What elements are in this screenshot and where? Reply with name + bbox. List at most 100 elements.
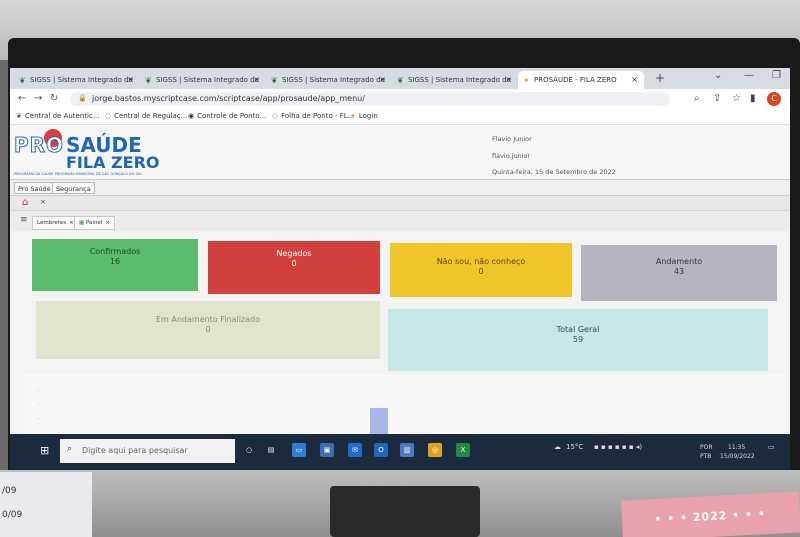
card-label: Não sou, não conheço <box>436 257 526 266</box>
home-icon[interactable]: ⌂ <box>22 197 28 208</box>
minimize-icon[interactable]: — <box>744 70 754 81</box>
chart-bar <box>370 408 388 434</box>
windows-start-icon[interactable]: ⊞ <box>40 444 49 457</box>
close-icon[interactable]: × <box>40 198 46 206</box>
tab-label: Lembretes <box>37 220 67 226</box>
url-input[interactable]: 🔒 jorge.bastos.myscriptcase.com/scriptca… <box>70 92 670 106</box>
close-tab-icon[interactable]: × <box>379 75 386 84</box>
close-tab-icon[interactable]: × <box>127 75 134 84</box>
keyboard-layout[interactable]: PTB <box>700 453 711 460</box>
browser-tab-active[interactable]: ✦ PROSAUDE - FILA ZERO × <box>518 71 644 89</box>
globe-icon: ◌ <box>272 112 279 120</box>
search-icon[interactable]: ⌕ <box>694 93 700 104</box>
lock-icon: 🔒 <box>78 94 87 102</box>
browser-tab-bar: ❦ SIGSS | Sistema Integrado de × ❦ SIGSS… <box>10 68 790 89</box>
clock-date[interactable]: 15/09/2022 <box>720 453 755 460</box>
screen: ❦ SIGSS | Sistema Integrado de × ❦ SIGSS… <box>10 68 790 470</box>
card-negados[interactable]: Negados 0 <box>208 241 380 294</box>
card-count: 43 <box>673 267 685 276</box>
bookmark-item[interactable]: ◌ Folha de Ponto - FL... <box>272 112 354 120</box>
close-icon[interactable]: × <box>105 220 110 226</box>
bookmark-label: Folha de Ponto - FL... <box>281 112 355 120</box>
chrome-icon[interactable]: ◎ <box>428 443 442 457</box>
bookmarks-bar: ❦ Central de Autentic... ◌ Central de Regu… <box>10 109 790 125</box>
close-tab-icon[interactable]: × <box>631 75 638 84</box>
tab-label: Painel <box>85 220 103 226</box>
notification-icon[interactable]: ▭ <box>768 443 775 451</box>
outlook-icon[interactable]: O <box>374 443 388 457</box>
search-placeholder: Digite aqui para pesquisar <box>82 446 188 455</box>
paper-date: /09 <box>2 486 17 496</box>
browser-tab[interactable]: ❦ SIGSS | Sistema Integrado de × <box>14 71 140 89</box>
sigss-favicon-icon: ❦ <box>271 76 278 85</box>
desk-papers: /09 0/09 <box>0 472 92 537</box>
chart-axis-tick: — <box>38 416 41 420</box>
app-menu-bar: Pro Saúde Segurança <box>10 180 790 196</box>
card-nao-sou-nao-conheco[interactable]: Não sou, não conheço 0 <box>390 243 572 297</box>
weather-icon[interactable]: ☁ <box>554 443 561 451</box>
card-andamento[interactable]: Andamento 43 <box>581 245 777 301</box>
task-view-icon[interactable]: ○ <box>242 443 256 457</box>
monitor-stand <box>330 486 480 537</box>
sigss-favicon-icon: ❦ <box>397 76 404 85</box>
monitor-brand-logo: DELL <box>362 472 410 488</box>
search-icon: ⌕ <box>67 444 73 454</box>
file-explorer-icon[interactable]: ▭ <box>292 443 306 457</box>
card-label: Andamento <box>655 257 703 266</box>
bookmark-item[interactable]: ✦ Login <box>350 112 378 120</box>
sidepanel-icon[interactable]: ▮ <box>750 93 756 104</box>
weather-temp[interactable]: 15°C <box>566 443 583 451</box>
card-count: 59 <box>572 335 584 344</box>
address-bar-row: ← → ↻ 🔒 jorge.bastos.myscriptcase.com/sc… <box>10 89 790 109</box>
card-count: 16 <box>109 257 121 266</box>
grid-icon: ▦ <box>79 220 86 226</box>
browser-tab[interactable]: ❦ SIGSS | Sistema Integrado de × <box>392 71 518 89</box>
browser-tab[interactable]: ❦ SIGSS | Sistema Integrado de × <box>266 71 392 89</box>
forward-icon[interactable]: → <box>34 93 42 104</box>
profile-avatar[interactable]: C <box>767 92 781 106</box>
bookmark-item[interactable]: ◌ Central de Regulaç... <box>105 112 187 120</box>
card-em-andamento-finalizado[interactable]: Em Andamento Finalizado 0 <box>36 301 380 359</box>
tab-painel[interactable]: ▦ Painel × <box>74 216 115 230</box>
close-tab-icon[interactable]: × <box>253 75 260 84</box>
share-icon[interactable]: ⇪ <box>713 93 721 104</box>
bookmark-item[interactable]: ◉ Controle de Ponto... <box>188 112 266 120</box>
card-confirmados[interactable]: Confirmados 16 <box>32 239 198 291</box>
current-date: Quinta-feira, 15 de Setembro de 2022 <box>492 168 616 176</box>
store-icon[interactable]: ▣ <box>320 443 334 457</box>
language-indicator[interactable]: POR <box>700 444 713 451</box>
menu-icon[interactable]: ≡ <box>20 215 28 225</box>
tab-title: SIGSS | Sistema Integrado de <box>30 76 133 84</box>
menu-item-seguranca[interactable]: Segurança <box>52 182 95 194</box>
menu-item-pro-saude[interactable]: Pro Saúde <box>14 182 55 194</box>
prosaude-logo: PRO SAÚDE FILA ZERO PROGRAMA DA SAÚDE PR… <box>13 129 174 177</box>
new-tab-button[interactable]: + <box>655 71 665 85</box>
mail-icon[interactable]: ✉ <box>348 443 362 457</box>
bookmark-item[interactable]: ❦ Central de Autentic... <box>16 112 100 120</box>
user-name: Flavio Junior <box>492 135 532 143</box>
widgets-icon[interactable]: ▤ <box>264 443 278 457</box>
card-count: 0 <box>291 259 297 268</box>
card-total-geral[interactable]: Total Geral 59 <box>388 309 768 371</box>
prosaude-favicon-icon: ✦ <box>523 76 530 85</box>
browser-tab[interactable]: ❦ SIGSS | Sistema Integrado de × <box>140 71 266 89</box>
clock-time[interactable]: 11:35 <box>728 444 745 451</box>
excel-icon[interactable]: X <box>456 443 470 457</box>
home-tab-bar: ⌂ × <box>10 196 790 211</box>
globe-icon: ◌ <box>105 112 112 120</box>
bookmark-label: Central de Autentic... <box>24 112 100 120</box>
restore-icon[interactable]: ❐ <box>772 70 781 81</box>
bookmark-label: Controle de Ponto... <box>197 112 267 120</box>
tab-lembretes[interactable]: Lembretes × <box>32 216 79 230</box>
tray-icons[interactable]: ▪ ▪ ▪ ▪ ▪ ▪ ◂) <box>594 443 642 451</box>
reload-icon[interactable]: ↻ <box>50 93 58 104</box>
taskbar-search-input[interactable]: ⌕ Digite aqui para pesquisar <box>60 439 235 463</box>
app-icon[interactable]: ▥ <box>400 443 414 457</box>
chevron-down-icon[interactable]: ⌄ <box>714 70 722 81</box>
bookmark-label: Login <box>358 112 378 120</box>
back-icon[interactable]: ← <box>18 93 26 104</box>
user-login: flavio.junior <box>492 152 531 160</box>
star-icon[interactable]: ☆ <box>732 93 741 104</box>
prosaude-favicon-icon: ✦ <box>350 112 356 120</box>
close-tab-icon[interactable]: × <box>505 75 512 84</box>
